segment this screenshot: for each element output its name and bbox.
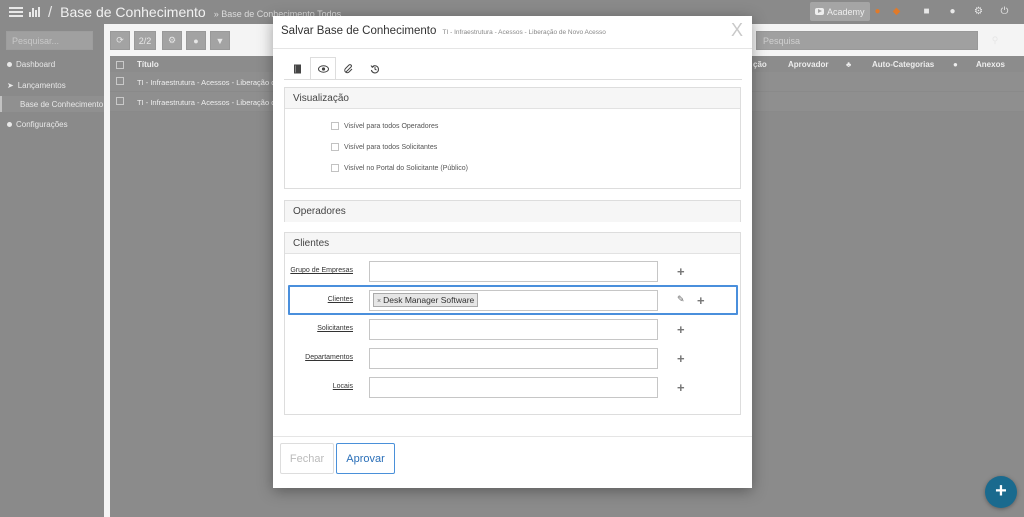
youtube-icon [815, 8, 824, 15]
eye-icon: ● [953, 60, 958, 69]
visible-requesters-option[interactable]: Visível para todos Solicitantes [331, 143, 437, 151]
grupo-empresas-input[interactable] [369, 261, 658, 282]
add-solicitantes-plus-icon[interactable]: + [677, 323, 685, 336]
row-title: TI - Infraestrutura - Acessos - Liberaçã… [137, 98, 295, 107]
eye-icon [317, 64, 329, 73]
remove-tag-icon[interactable]: × [377, 298, 381, 305]
refresh-button[interactable]: ⟳ [110, 31, 130, 50]
modal-title: Salvar Base de Conhecimento TI - Infraes… [281, 25, 606, 37]
history-icon [370, 64, 380, 73]
sidebar-item-label: Lançamentos [17, 81, 66, 90]
chat-icon[interactable]: ■ [920, 5, 933, 18]
power-icon[interactable]: ⏻ [998, 5, 1011, 18]
modal-header: Salvar Base de Conhecimento TI - Infraes… [273, 16, 752, 49]
column-title[interactable]: Título [137, 60, 159, 69]
add-locais-plus-icon[interactable]: + [677, 381, 685, 394]
sidebar-item-label: Dashboard [16, 60, 56, 69]
clientes-input[interactable]: × Desk Manager Software [369, 290, 658, 311]
flame-icon[interactable]: ● [871, 5, 884, 18]
add-fab-button[interactable]: + [985, 476, 1017, 508]
eraser-icon[interactable]: ✎ [677, 294, 685, 305]
modal-tabs [284, 57, 388, 80]
column-tracao[interactable]: ção [753, 60, 767, 69]
add-grupo-empresas-plus-icon[interactable]: + [677, 265, 685, 278]
filter-options-button[interactable]: ⚙ [162, 31, 182, 50]
visible-public-portal-checkbox[interactable] [331, 164, 339, 172]
locais-input[interactable] [369, 377, 658, 398]
clientes-heading: Clientes [285, 233, 740, 254]
visible-operators-label: Visível para todos Operadores [344, 122, 439, 130]
bar-chart-icon[interactable] [29, 7, 40, 17]
add-clientes-plus-icon[interactable]: + [697, 294, 705, 307]
tab-attachments[interactable] [336, 57, 362, 80]
sidebar-item-lancamentos[interactable]: ➤ Lançamentos [0, 81, 104, 90]
visible-operators-checkbox[interactable] [331, 122, 339, 130]
selected-client-tag[interactable]: × Desk Manager Software [373, 293, 479, 307]
clientes-label[interactable]: Clientes [285, 296, 353, 303]
visible-requesters-label: Visível para todos Solicitantes [344, 143, 438, 151]
book-icon [293, 64, 301, 73]
sidebar-item-label: Base de Conhecimento [20, 99, 104, 109]
academy-label: Academy [827, 6, 865, 17]
visible-requesters-checkbox[interactable] [331, 143, 339, 151]
select-all-checkbox[interactable] [116, 61, 124, 69]
clientes-panel: Clientes Grupo de Empresas + Clientes × D… [284, 232, 741, 415]
row-checkbox[interactable] [116, 97, 124, 105]
gear-icon [7, 122, 12, 127]
locais-label[interactable]: Locais [285, 383, 353, 390]
notification-icon[interactable]: ◆ [890, 5, 903, 18]
tab-visibility[interactable] [310, 57, 336, 80]
close-icon[interactable]: X [731, 20, 743, 40]
solicitantes-input[interactable] [369, 319, 658, 340]
operadores-heading[interactable]: Operadores [285, 201, 740, 222]
column-auto-categorias[interactable]: Auto-Categorias [872, 60, 934, 69]
view-button[interactable]: ● [186, 31, 206, 50]
add-departamentos-plus-icon[interactable]: + [677, 352, 685, 365]
hamburger-menu-icon[interactable] [9, 7, 23, 17]
sidebar-item-base-conhecimento[interactable]: Base de Conhecimento [0, 96, 104, 112]
visible-public-portal-option[interactable]: Visível no Portal do Solicitante (Públic… [331, 164, 468, 172]
tab-underline [284, 79, 742, 80]
users-icon: ♣ [846, 60, 852, 69]
visualizacao-heading: Visualização [285, 88, 740, 109]
tab-history[interactable] [362, 57, 388, 80]
sidebar-item-configuracoes[interactable]: Configurações [0, 120, 104, 129]
paperclip-icon [344, 63, 353, 73]
academy-button[interactable]: Academy [810, 2, 870, 21]
close-button[interactable]: Fechar [280, 443, 334, 474]
departamentos-input[interactable] [369, 348, 658, 369]
sidebar-item-dashboard[interactable]: Dashboard [0, 60, 104, 69]
solicitantes-label[interactable]: Solicitantes [285, 325, 353, 332]
paper-plane-icon: ➤ [7, 81, 14, 90]
modal-title-text: Salvar Base de Conhecimento [281, 25, 437, 37]
visualizacao-panel: Visualização Visível para todos Operador… [284, 87, 741, 189]
help-icon[interactable]: ● [946, 5, 959, 18]
departamentos-label[interactable]: Departamentos [285, 354, 353, 361]
paging-indicator: 2/2 [134, 31, 156, 50]
sidebar-item-label: Configurações [16, 120, 68, 129]
settings-icon[interactable]: ⚙ [972, 5, 985, 18]
grupo-empresas-label[interactable]: Grupo de Empresas [285, 267, 353, 274]
column-aprovador[interactable]: Aprovador [788, 60, 828, 69]
column-anexos[interactable]: Anexos [976, 60, 1005, 69]
row-title: TI - Infraestrutura - Acessos - Liberaçã… [137, 78, 295, 87]
tab-book[interactable] [284, 57, 310, 80]
operadores-panel[interactable]: Operadores [284, 200, 741, 222]
approve-button[interactable]: Aprovar [336, 443, 395, 474]
funnel-icon[interactable]: ▼ [210, 31, 230, 50]
save-knowledge-base-modal: Salvar Base de Conhecimento TI - Infraes… [273, 16, 752, 488]
title-separator: / [48, 3, 53, 21]
sidebar-search-input[interactable]: Pesquisar... [6, 31, 93, 50]
page-title: Base de Conhecimento [60, 4, 206, 20]
selected-client-value: Desk Manager Software [383, 295, 475, 305]
modal-footer-divider [273, 436, 752, 437]
dashboard-icon [7, 62, 12, 67]
visible-operators-option[interactable]: Visível para todos Operadores [331, 122, 438, 130]
grid-search-input[interactable]: Pesquisa [756, 31, 978, 50]
search-icon[interactable]: ⚲ [985, 31, 1005, 50]
row-checkbox[interactable] [116, 77, 124, 85]
modal-subtitle: TI - Infraestrutura - Acessos - Liberaçã… [442, 29, 606, 36]
visible-public-portal-label: Visível no Portal do Solicitante (Públic… [344, 164, 468, 172]
